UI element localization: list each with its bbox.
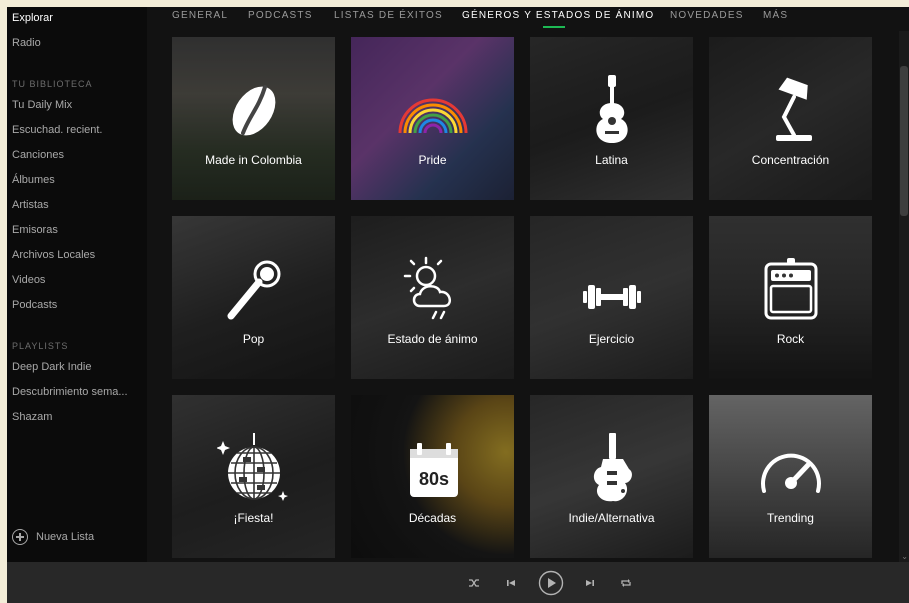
sidebar-item-local-files[interactable]: Archivos Locales bbox=[12, 249, 95, 261]
tile-label: Made in Colombia bbox=[205, 153, 302, 167]
dumbbell-icon bbox=[582, 285, 641, 309]
tab-general[interactable]: GENERAL bbox=[172, 10, 228, 21]
tile-decadas[interactable]: 80s Décadas bbox=[351, 395, 514, 558]
microphone-icon bbox=[227, 260, 280, 320]
top-nav: GENERAL PODCASTS LISTAS DE ÉXITOS GÉNERO… bbox=[147, 7, 909, 31]
repeat-icon[interactable] bbox=[620, 577, 632, 589]
rainbow-icon bbox=[398, 98, 467, 134]
playlists-heading: PLAYLISTS bbox=[12, 341, 69, 351]
active-tab-indicator bbox=[543, 26, 565, 28]
electric-guitar-icon bbox=[593, 433, 632, 502]
tile-pride[interactable]: Pride bbox=[351, 37, 514, 200]
scroll-down-arrow-icon[interactable]: ⌄ bbox=[901, 552, 908, 561]
tile-rock[interactable]: Rock bbox=[709, 216, 872, 379]
tile-label: Concentración bbox=[751, 153, 830, 167]
next-icon[interactable] bbox=[585, 578, 595, 588]
tile-ejercicio[interactable]: Ejercicio bbox=[530, 216, 693, 379]
tab-charts[interactable]: LISTAS DE ÉXITOS bbox=[334, 10, 443, 21]
sidebar-item-recent[interactable]: Escuchad. recient. bbox=[12, 124, 103, 136]
tab-podcasts[interactable]: PODCASTS bbox=[248, 10, 313, 21]
svg-text:80s: 80s bbox=[418, 469, 448, 489]
shuffle-icon[interactable] bbox=[468, 577, 480, 589]
library-heading: TU BIBLIOTECA bbox=[12, 79, 93, 89]
new-list-button[interactable]: Nueva Lista bbox=[12, 527, 94, 547]
scrollbar[interactable]: ⌄ bbox=[899, 31, 909, 562]
sidebar-item-videos[interactable]: Videos bbox=[12, 274, 45, 286]
tile-label: Rock bbox=[776, 332, 805, 346]
tile-indie-alternativa[interactable]: Indie/Alternativa bbox=[530, 395, 693, 558]
scroll-thumb[interactable] bbox=[900, 66, 908, 216]
tile-label: Ejercicio bbox=[588, 332, 635, 346]
sidebar-item-podcasts[interactable]: Podcasts bbox=[12, 299, 57, 311]
weather-icon bbox=[403, 256, 451, 320]
sidebar-item-artists[interactable]: Artistas bbox=[12, 199, 49, 211]
sidebar-item-songs[interactable]: Canciones bbox=[12, 149, 64, 161]
disco-ball-icon bbox=[216, 433, 288, 501]
tile-estado-de-animo[interactable]: Estado de ánimo bbox=[351, 216, 514, 379]
new-list-label: Nueva Lista bbox=[36, 531, 95, 543]
coffee-bean-icon bbox=[232, 85, 275, 136]
sidebar-item-explorar[interactable]: Explorar bbox=[12, 12, 53, 24]
tile-label: Latina bbox=[595, 153, 628, 167]
tile-label: Pop bbox=[242, 332, 265, 346]
tile-made-in-colombia[interactable]: Made in Colombia bbox=[172, 37, 335, 200]
previous-icon[interactable] bbox=[506, 578, 516, 588]
playlist-item[interactable]: Descubrimiento sema... bbox=[12, 386, 128, 398]
tile-pop[interactable]: Pop bbox=[172, 216, 335, 379]
tab-more[interactable]: MÁS bbox=[763, 10, 788, 21]
tile-latina[interactable]: Latina bbox=[530, 37, 693, 200]
tile-label: ¡Fiesta! bbox=[233, 511, 274, 525]
guitar-icon bbox=[595, 75, 628, 143]
tile-label: Décadas bbox=[408, 511, 457, 525]
playlist-item[interactable]: Deep Dark Indie bbox=[12, 361, 92, 373]
sidebar-item-stations[interactable]: Emisoras bbox=[12, 224, 58, 236]
tile-label: Indie/Alternativa bbox=[568, 511, 655, 525]
tile-concentracion[interactable]: Concentración bbox=[709, 37, 872, 200]
speedometer-icon bbox=[760, 453, 821, 493]
amplifier-icon bbox=[764, 258, 817, 320]
plus-circle-icon bbox=[12, 529, 28, 545]
calendar-80s-icon: 80s bbox=[409, 443, 458, 497]
sidebar-item-radio[interactable]: Radio bbox=[12, 37, 41, 49]
tile-label: Trending bbox=[767, 511, 814, 525]
tab-new-releases[interactable]: NOVEDADES bbox=[670, 10, 744, 21]
tile-trending[interactable]: Trending bbox=[709, 395, 872, 558]
playlist-item[interactable]: Shazam bbox=[12, 411, 52, 423]
sidebar-item-albums[interactable]: Álbumes bbox=[12, 174, 55, 186]
tab-genres-moods[interactable]: GÉNEROS Y ESTADOS DE ÁNIMO bbox=[462, 10, 654, 21]
tile-fiesta[interactable]: ¡Fiesta! bbox=[172, 395, 335, 558]
tile-label: Estado de ánimo bbox=[387, 332, 478, 346]
sidebar: Explorar Radio TU BIBLIOTECA Tu Daily Mi… bbox=[7, 7, 147, 562]
player-bar bbox=[7, 562, 909, 603]
app-window: Explorar Radio TU BIBLIOTECA Tu Daily Mi… bbox=[7, 7, 909, 603]
sidebar-item-daily-mix[interactable]: Tu Daily Mix bbox=[12, 99, 72, 111]
desk-lamp-icon bbox=[775, 77, 812, 141]
tile-label: Pride bbox=[418, 153, 447, 167]
play-icon[interactable] bbox=[538, 570, 564, 596]
